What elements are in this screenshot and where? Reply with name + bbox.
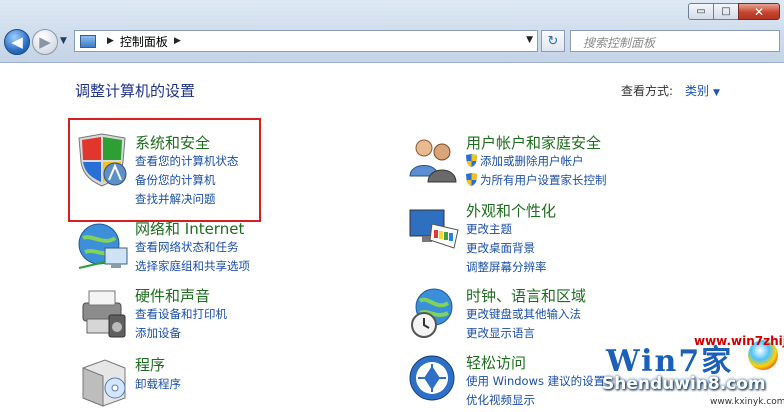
minimize-button[interactable]: ▭: [688, 3, 714, 20]
maximize-button[interactable]: □: [713, 3, 739, 20]
link-add-remove-accounts[interactable]: 添加或删除用户帐户: [466, 153, 584, 169]
link-change-background[interactable]: 更改桌面背景: [466, 240, 535, 256]
link-add-device[interactable]: 添加设备: [135, 325, 181, 341]
link-view-network-status[interactable]: 查看网络状态和任务: [135, 239, 239, 255]
link-uninstall-program[interactable]: 卸载程序: [135, 376, 181, 392]
link-change-display-language[interactable]: 更改显示语言: [466, 325, 535, 341]
category-network-internet: 网络和 Internet 查看网络状态和任务 选择家庭组和共享选项: [75, 218, 275, 278]
users-icon[interactable]: [406, 132, 462, 188]
view-by-label: 查看方式:: [621, 84, 674, 98]
category-title[interactable]: 硬件和声音: [135, 285, 210, 306]
breadcrumb-control-panel[interactable]: 控制面板: [120, 33, 168, 50]
category-appearance: 外观和个性化 更改主题 更改桌面背景 调整屏幕分辨率: [406, 200, 666, 275]
printer-icon[interactable]: [75, 285, 131, 341]
link-label[interactable]: 为所有用户设置家长控制: [480, 173, 607, 187]
category-title[interactable]: 时钟、语言和区域: [466, 285, 586, 306]
link-change-keyboard[interactable]: 更改键盘或其他输入法: [466, 306, 581, 322]
link-devices-printers[interactable]: 查看设备和打印机: [135, 306, 227, 322]
chevron-down-icon[interactable]: ▼: [713, 88, 720, 98]
window-controls: ▭ □ ✕: [688, 3, 780, 20]
breadcrumb-separator-icon[interactable]: ▶: [174, 36, 181, 46]
watermark-url-3: www.kxinyk.com: [710, 397, 784, 407]
link-use-recommended-settings[interactable]: 使用 Windows 建议的设置: [466, 373, 605, 389]
category-title[interactable]: 程序: [135, 354, 165, 375]
link-screen-resolution[interactable]: 调整屏幕分辨率: [466, 259, 547, 275]
watermark-url-1: www.win7zhijia.cn: [694, 334, 784, 348]
recent-pages-dropdown[interactable]: ▼: [60, 36, 67, 46]
category-user-accounts: 用户帐户和家庭安全 添加或删除用户帐户 为所有用户设置家长控制: [406, 132, 666, 192]
breadcrumb-separator-icon[interactable]: ▶: [107, 36, 114, 46]
category-title[interactable]: 轻松访问: [466, 352, 526, 373]
control-panel-icon: [80, 34, 96, 48]
search-input[interactable]: 搜索控制面板: [570, 30, 780, 52]
refresh-button[interactable]: ↻: [541, 30, 565, 52]
close-button[interactable]: ✕: [738, 3, 780, 20]
category-title[interactable]: 外观和个性化: [466, 200, 556, 221]
link-change-theme[interactable]: 更改主题: [466, 221, 512, 237]
address-history-dropdown-icon[interactable]: ▼: [526, 35, 533, 45]
category-hardware-sound: 硬件和声音 查看设备和打印机 添加设备: [75, 285, 275, 345]
network-globe-icon[interactable]: [75, 218, 131, 274]
link-homegroup-sharing[interactable]: 选择家庭组和共享选项: [135, 258, 250, 274]
page-title: 调整计算机的设置: [75, 82, 196, 100]
link-optimize-video-display[interactable]: 优化视频显示: [466, 392, 535, 408]
category-programs: 程序 卸载程序: [75, 354, 275, 407]
watermark: Win7家 www.win7zhijia.cn Shenduwin8.com w…: [598, 332, 784, 412]
window-titlebar: ▭ □ ✕ ◀ ▶ ▼ ▶ 控制面板 ▶ ▼ ↻ 搜索控制面板: [0, 0, 784, 63]
link-label[interactable]: 添加或删除用户帐户: [480, 154, 584, 168]
view-by-value[interactable]: 类别: [685, 84, 709, 98]
refresh-icon: ↻: [547, 33, 559, 49]
forward-arrow-icon: ▶: [39, 33, 51, 51]
monitor-palette-icon[interactable]: [406, 200, 462, 256]
address-bar[interactable]: ▶ 控制面板 ▶ ▼: [74, 30, 538, 52]
uac-shield-icon: [466, 173, 477, 186]
watermark-url-2: Shenduwin8.com: [602, 374, 766, 394]
forward-button[interactable]: ▶: [32, 29, 58, 55]
category-title[interactable]: 用户帐户和家庭安全: [466, 132, 601, 153]
ease-access-icon[interactable]: [406, 352, 462, 408]
back-arrow-icon: ◀: [11, 33, 23, 51]
link-parental-controls[interactable]: 为所有用户设置家长控制: [466, 172, 607, 188]
view-by-dropdown[interactable]: 类别 ▼: [685, 82, 720, 99]
back-button[interactable]: ◀: [4, 29, 30, 55]
clock-globe-icon[interactable]: [406, 285, 462, 341]
uac-shield-icon: [466, 154, 477, 167]
highlight-box: [68, 118, 261, 222]
program-box-icon[interactable]: [75, 354, 131, 410]
